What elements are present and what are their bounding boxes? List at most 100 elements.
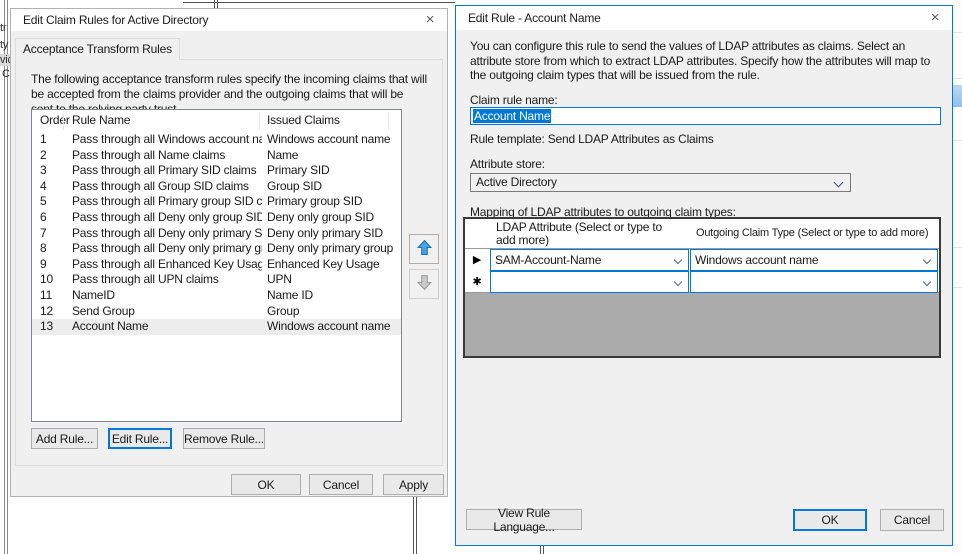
table-cell: Pass through all Group SID claims: [72, 179, 262, 195]
table-cell: Pass through all UPN claims: [72, 272, 262, 288]
new-row-icon: ✱: [465, 271, 489, 293]
background-window-strip: [953, 0, 962, 554]
apply-button[interactable]: Apply: [383, 474, 444, 495]
dialog-title: Edit Rule - Account Name: [468, 6, 601, 30]
table-cell: Windows account name: [267, 132, 397, 148]
selected-text: Account Name: [473, 109, 551, 123]
attribute-store-label: Attribute store:: [470, 157, 545, 171]
table-cell: Deny only primary group ...: [267, 241, 397, 257]
chevron-down-icon: [923, 256, 931, 264]
edit-rule-button[interactable]: Edit Rule...: [108, 428, 172, 449]
background-window-edge: [416, 497, 417, 554]
edit-rule-dialog: Edit Rule - Account Name × You can confi…: [455, 5, 953, 546]
table-cell: 6: [40, 210, 46, 226]
current-row-icon: ▶: [465, 249, 489, 271]
arrow-up-icon: [416, 239, 433, 259]
table-cell: Name: [267, 148, 397, 164]
claim-rules-list[interactable]: Order Rule Name Issued Claims 1 Pass thro…: [31, 109, 402, 422]
table-row[interactable]: 4Pass through all Group SID claimsGroup …: [32, 179, 401, 195]
table-cell: Account Name: [72, 319, 262, 335]
add-rule-button[interactable]: Add Rule...: [31, 428, 98, 449]
column-header-ldap-attribute: LDAP Attribute (Select or type to add mo…: [496, 221, 684, 247]
table-cell: 8: [40, 241, 46, 257]
table-row[interactable]: 7 Pass through all Deny only primary SID …: [32, 226, 401, 242]
move-down-button[interactable]: [409, 269, 439, 299]
table-cell: 7: [40, 226, 46, 242]
table-cell: 5: [40, 194, 46, 210]
remove-rule-button[interactable]: Remove Rule...: [183, 428, 265, 449]
table-row[interactable]: 13Account NameWindows account name: [32, 319, 401, 335]
table-cell: 11: [40, 288, 52, 304]
background-text-fragment: vic: [0, 54, 10, 66]
cancel-button[interactable]: Cancel: [309, 474, 373, 495]
background-window-edge: [7, 0, 8, 554]
ldap-attribute-select[interactable]: SAM-Account-Name: [490, 249, 689, 271]
background-window-edge: [543, 546, 544, 554]
outgoing-claim-type-value: Windows account name: [695, 253, 818, 267]
title-bar: Edit Rule - Account Name ×: [456, 6, 952, 30]
title-bar: Edit Claim Rules for Active Directory ×: [11, 9, 447, 31]
outgoing-claim-type-select[interactable]: [690, 271, 938, 293]
table-row[interactable]: 12Send GroupGroup: [32, 304, 401, 320]
table-cell: Primary SID: [267, 163, 397, 179]
table-cell: Pass through all Deny only primary group…: [72, 241, 262, 257]
table-cell: Group: [267, 304, 397, 320]
table-cell: Enhanced Key Usage: [267, 257, 397, 273]
table-cell: 2: [40, 148, 46, 164]
column-divider: [259, 113, 260, 130]
table-cell: Pass through all Windows account name...: [72, 132, 262, 148]
ok-button[interactable]: OK: [231, 474, 301, 495]
dialog-title: Edit Claim Rules for Active Directory: [23, 9, 208, 31]
column-header-order[interactable]: Order: [40, 113, 70, 127]
list-header: Order Rule Name Issued Claims: [32, 110, 401, 131]
ldap-attribute-value: SAM-Account-Name: [495, 253, 601, 267]
ldap-attribute-select[interactable]: [490, 271, 689, 293]
rule-template-text: Rule template: Send LDAP Attributes as C…: [470, 132, 714, 146]
claim-rule-name-input[interactable]: Account Name: [470, 107, 941, 125]
table-row[interactable]: 3 Pass through all Primary SID claims Prim…: [32, 163, 401, 179]
move-up-button[interactable]: [409, 234, 439, 264]
table-row[interactable]: 11NameIDName ID: [32, 288, 401, 304]
attribute-store-select[interactable]: Active Directory: [470, 173, 851, 192]
background-window-edge: [4, 0, 5, 554]
table-cell: Pass through all Primary SID claims: [72, 163, 262, 179]
table-cell: 3: [40, 163, 46, 179]
column-header-issued-claims[interactable]: Issued Claims: [267, 113, 340, 127]
chevron-down-icon: [834, 178, 844, 188]
close-icon[interactable]: ×: [415, 9, 445, 31]
tab-acceptance-transform-rules[interactable]: Acceptance Transform Rules: [15, 38, 180, 60]
column-header-rule-name[interactable]: Rule Name: [72, 113, 130, 127]
table-row[interactable]: 9Pass through all Enhanced Key Usage cl.…: [32, 257, 401, 273]
tab-page: The following acceptance transform rules…: [15, 59, 443, 466]
table-cell: Primary group SID: [267, 194, 397, 210]
table-row[interactable]: 8 Pass through all Deny only primary grou…: [32, 241, 401, 257]
ok-button[interactable]: OK: [793, 509, 867, 531]
attribute-store-value: Active Directory: [476, 175, 557, 189]
table-row[interactable]: 10 Pass through all UPN claims UPN: [32, 272, 401, 288]
background-text-fragment: tr: [0, 22, 9, 34]
table-row[interactable]: 5 Pass through all Primary group SID clai…: [32, 194, 401, 210]
view-rule-language-button[interactable]: View Rule Language...: [466, 509, 582, 530]
table-cell: UPN: [267, 272, 397, 288]
cancel-button[interactable]: Cancel: [880, 509, 944, 531]
background-window-edge: [214, 0, 215, 8]
table-cell: 10: [40, 272, 53, 288]
background-window-edge: [413, 497, 414, 554]
grid-new-row: ✱: [465, 271, 939, 293]
column-divider: [388, 113, 389, 130]
table-cell: Pass through all Deny only primary SID c…: [72, 226, 262, 242]
table-cell: 4: [40, 179, 46, 195]
table-cell: 1: [40, 132, 46, 148]
table-row[interactable]: 2Pass through all Name claimsName: [32, 148, 401, 164]
mapping-grid: LDAP Attribute (Select or type to add mo…: [463, 217, 941, 358]
outgoing-claim-type-select[interactable]: Windows account name: [690, 249, 938, 271]
grid-row: ▶ SAM-Account-Name Windows account name: [465, 249, 939, 271]
table-cell: Send Group: [72, 304, 262, 320]
column-divider: [63, 113, 64, 130]
close-icon[interactable]: ×: [920, 6, 950, 30]
table-cell: NameID: [72, 288, 262, 304]
table-row[interactable]: 6Pass through all Deny only group SID cl…: [32, 210, 401, 226]
table-row[interactable]: 1 Pass through all Windows account name..…: [32, 132, 401, 148]
table-cell: Pass through all Primary group SID claim…: [72, 194, 262, 210]
claim-rule-name-label: Claim rule name:: [470, 93, 558, 107]
